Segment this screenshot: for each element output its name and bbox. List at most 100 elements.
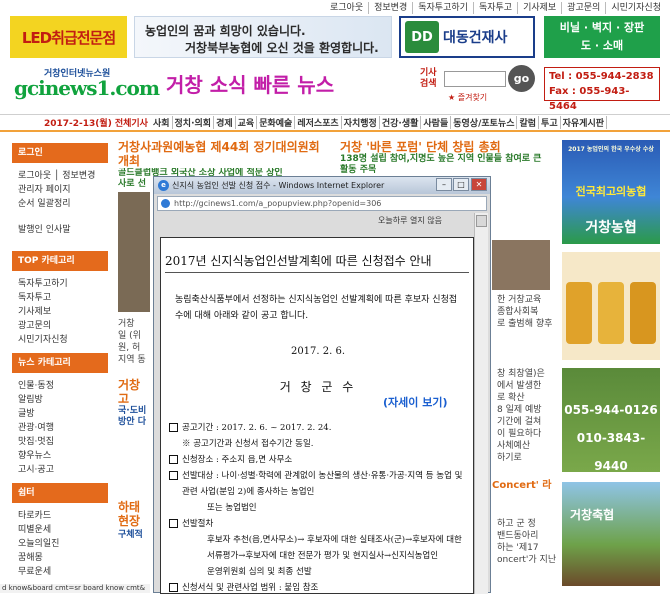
popup-address-bar[interactable]: http://gcinews1.com/a_popupview.php?open… — [157, 196, 487, 211]
article-title-right-1[interactable]: 거창 '바른 포럼' 단체 창립 총회 — [340, 140, 555, 154]
sidebar-rest-item[interactable]: 무료운세 — [18, 565, 102, 579]
search-input[interactable] — [444, 71, 506, 87]
honey-jar-icon — [598, 282, 624, 344]
top-nav-item[interactable]: 로그아웃 — [325, 2, 370, 14]
notice-item: 선발절차 — [169, 516, 469, 532]
sidebar-top-item[interactable]: 독자투고하기 — [18, 277, 102, 291]
vinyl-ad-banner[interactable]: 비닐 · 벽지 · 장판 도 · 소매 — [544, 16, 660, 58]
top-nav-item[interactable]: 기사제보 — [518, 2, 563, 14]
construction-ad-banner[interactable]: DD 대동건재사 — [399, 16, 535, 58]
honey-ad[interactable] — [562, 252, 660, 360]
article-concert-title[interactable]: Concert' 라 — [492, 480, 552, 491]
farm-ad-line1: 농업인의 꿈과 희망이 있습니다. — [145, 24, 306, 38]
menu-item[interactable]: 문화예술 — [257, 116, 296, 129]
popup-window: e 신지식 농업인 선발 신청 접수 - Windows Internet Ex… — [153, 176, 491, 594]
article-title-3[interactable]: 하태 — [118, 500, 140, 514]
sidebar-top-item[interactable]: 시민기자신청 — [18, 333, 102, 347]
article-title-2b[interactable]: 고 — [118, 392, 129, 406]
site-logo[interactable]: gcinews1.com — [14, 76, 160, 100]
popup-notice-content: 2017년 신지식농업인선발계획에 따른 신청접수 안내 농림축산식품부에서 선… — [160, 237, 474, 594]
top-nav-item[interactable]: 광고문의 — [562, 2, 607, 14]
popup-title-bar[interactable]: e 신지식 농업인 선발 신청 접수 - Windows Internet Ex… — [154, 177, 490, 194]
excerpt-line: oncert'가 지난 — [497, 555, 557, 565]
top-nav-item[interactable]: 시민기자신청 — [606, 2, 666, 14]
excerpt-line: 사체예산 — [497, 441, 531, 451]
bookmark-link[interactable]: ★ 즐겨찾기 — [448, 92, 487, 103]
vinyl-ad-line1: 비닐 · 벽지 · 장판 — [559, 21, 645, 34]
sidebar-rest-item[interactable]: 오늘의일진 — [18, 537, 102, 551]
article-title-2[interactable]: 거창 — [118, 378, 140, 392]
sidebar-login-item[interactable]: 순서 일괄정리 — [18, 197, 102, 211]
notice-item-text: 후보자 추천(읍,면사무소)→ 후보자에 대한 실태조사(군)→후보자에 대한 … — [207, 535, 462, 561]
farm-coop-ad-banner[interactable]: 농업인의 꿈과 희망이 있습니다. 거창북부농협에 오신 것을 환영합니다. — [134, 16, 392, 58]
article-photo-1[interactable] — [118, 192, 150, 312]
notice-signer: 거 창 군 수 — [279, 380, 357, 394]
sidebar-news-item[interactable]: 인물·동정 — [18, 379, 102, 393]
notice-date: 2017. 2. 6. — [290, 346, 346, 357]
checkbox-square-icon — [169, 455, 178, 464]
do-not-show-today[interactable]: 오늘하루 열지 않음 — [378, 215, 442, 226]
close-button[interactable]: ✕ — [471, 178, 487, 191]
sidebar-notice[interactable]: 발행인 인사말 — [18, 223, 102, 237]
article-title-3b[interactable]: 현장 — [118, 514, 140, 528]
menu-item[interactable]: 동영상/포토뉴스 — [451, 116, 518, 129]
article-photo-right[interactable] — [492, 240, 550, 290]
article-title-1[interactable]: 거창사과원예농협 제44회 정기대의원회 개최 — [118, 140, 333, 168]
sidebar-top-item[interactable]: 기사제보 — [18, 305, 102, 319]
menu-item[interactable]: 사회 — [151, 116, 173, 129]
excerpt-line: 하고 군 정 — [497, 519, 536, 529]
menu-item[interactable]: 교육 — [236, 116, 258, 129]
article-excerpt-right-2: 창 최창열)은 에서 발생한 로 확산 8 일제 예방 기간에 걸쳐 이 필요하다 사체예산… — [497, 368, 545, 464]
menu-item[interactable]: 투고 — [539, 116, 561, 129]
nonghyup-ad-line3: 거창농협 — [585, 220, 637, 236]
notice-item-text: 신청장소 : 주소지 읍,면 사무소 — [182, 455, 293, 465]
menu-item[interactable]: 칼럼 — [517, 116, 540, 129]
view-details-link[interactable]: (자세이 보기) — [383, 394, 447, 410]
menu-item[interactable]: 자치행정 — [342, 116, 380, 129]
livestock-coop-ad[interactable]: 거창축협 — [562, 482, 660, 586]
notice-item-text: 선발절차 — [182, 519, 214, 529]
sidebar-rest-item[interactable]: 띠별운세 — [18, 523, 102, 537]
menu-all-articles[interactable]: 전체기사 — [115, 116, 148, 129]
article-sub-2b: 방안 다 — [118, 417, 146, 427]
search-go-button[interactable]: go — [508, 65, 535, 92]
menu-item[interactable]: 사람들 — [421, 116, 452, 129]
contact-box: Tel : 055-944-2838 Fax : 055-943-5464 — [544, 67, 660, 112]
sidebar-login-item[interactable]: 관리자 페이지 — [18, 183, 102, 197]
sidebar-login-item[interactable]: 로그아웃 │ 정보변경 — [18, 169, 102, 183]
sidebar-news-item[interactable]: 고시·공고 — [18, 463, 102, 477]
sidebar-news-item[interactable]: 글방 — [18, 407, 102, 421]
top-nav-item[interactable]: 독자투고하기 — [413, 2, 474, 14]
scrollbar-thumb[interactable] — [476, 215, 487, 227]
notice-item-text: 또는 농업법인 — [207, 503, 257, 513]
sidebar-top-item[interactable]: 광고문의 — [18, 319, 102, 333]
sidebar-news-item[interactable]: 향우뉴스 — [18, 449, 102, 463]
popup-scrollbar[interactable] — [474, 213, 488, 594]
top-nav-item[interactable]: 정보변경 — [369, 2, 414, 14]
top-nav: 로그아웃 정보변경 독자투고하기 독자투고 기사제보 광고문의 시민기자신청 — [325, 2, 666, 14]
menu-item[interactable]: 경제 — [214, 116, 236, 129]
sidebar-news-item[interactable]: 알림방 — [18, 393, 102, 407]
nonghyup-ad[interactable]: 2017 농업인의 한국 우수상 수상 전국최고의농협 거창농협 — [562, 140, 660, 244]
excerpt-line: 로 확산 — [497, 393, 525, 403]
menu-item[interactable]: 정치·의회 — [173, 116, 215, 129]
menu-item[interactable]: 건강·생활 — [380, 116, 422, 129]
led-ad-banner[interactable]: LED취급전문점 — [10, 16, 127, 58]
menu-item[interactable]: 레저스포츠 — [295, 116, 342, 129]
minimize-button[interactable]: – — [436, 178, 452, 191]
top-nav-item[interactable]: 독자투고 — [474, 2, 519, 14]
menu-item[interactable]: 자유게시판 — [561, 116, 608, 129]
sidebar-news-item[interactable]: 맛집·멋집 — [18, 435, 102, 449]
sidebar-news-head: 뉴스 카테고리 — [12, 353, 108, 373]
maximize-button[interactable]: □ — [453, 178, 469, 191]
sidebar-rest-item[interactable]: 타로카드 — [18, 509, 102, 523]
sidebar-top-item[interactable]: 독자투고 — [18, 291, 102, 305]
excerpt-line: 기간에 걸쳐 — [497, 417, 542, 427]
sidebar-rest-item[interactable]: 꿈해몽 — [18, 551, 102, 565]
sidebar-news-item[interactable]: 관광·여행 — [18, 421, 102, 435]
notice-item-text: 신청서식 및 관련사업 범위 : 붙임 참조 — [182, 583, 319, 593]
notice-item: 후보자 추천(읍,면사무소)→ 후보자에 대한 실태조사(군)→후보자에 대한 … — [169, 532, 469, 564]
excerpt-line: 지역 동 — [118, 355, 146, 365]
phone-ad[interactable]: 055-944-0126 010-3843-9440 — [562, 368, 660, 473]
checkbox-square-icon — [169, 583, 178, 592]
